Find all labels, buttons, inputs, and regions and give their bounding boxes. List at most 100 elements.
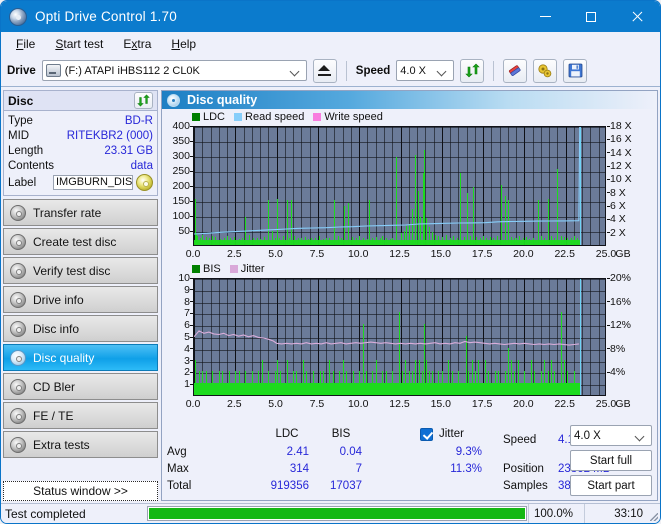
- status-bar: Test completed 100.0% 33:10: [1, 503, 660, 523]
- disc-media-icon[interactable]: [136, 174, 153, 191]
- gears-icon: [538, 63, 552, 77]
- content-panel: Disc quality LDC Read speed Write speed: [161, 90, 658, 501]
- disc-icon: [10, 378, 26, 395]
- disc-info-row-label: Label IMGBURN_DIS: [8, 173, 153, 192]
- y-axis-tick-label: 100: [172, 209, 190, 222]
- eraser-icon: [509, 64, 521, 76]
- sidebar-item-verify-test-disc[interactable]: Verify test disc: [3, 257, 158, 284]
- legend-entry-write-speed: Write speed: [313, 111, 383, 123]
- menu-item-help[interactable]: Help: [162, 35, 205, 53]
- close-icon: [631, 11, 643, 23]
- progress-cell: [146, 504, 528, 523]
- x-axis-tick-label: 25.0: [595, 248, 617, 260]
- sidebar-item-label: Drive info: [33, 292, 84, 307]
- disc-label-input[interactable]: IMGBURN_DIS: [53, 175, 133, 190]
- y-axis-tick-mark: [190, 155, 193, 157]
- y-axis-tick-label: 4: [184, 342, 190, 355]
- y2-axis-tick-label: 20%: [610, 271, 632, 284]
- test-speed-select[interactable]: 4.0 X: [570, 425, 652, 446]
- sidebar-item-create-test-disc[interactable]: Create test disc: [3, 228, 158, 255]
- drive-select[interactable]: (F:) ATAPI iHBS112 2 CL0K: [41, 60, 307, 81]
- sidebar-item-drive-info[interactable]: Drive info: [3, 286, 158, 313]
- sidebar-item-disc-quality[interactable]: Disc quality: [3, 344, 158, 371]
- x-axis-tick-label: 10.0: [347, 398, 369, 410]
- drive-icon: [45, 64, 61, 77]
- x-axis-tick-label: 25.0: [595, 398, 617, 410]
- menu-item-file[interactable]: File: [7, 35, 44, 53]
- bis-plot-area[interactable]: [193, 278, 606, 396]
- disc-refresh-button[interactable]: [134, 92, 153, 109]
- ldc-avg-value: 2.41: [286, 446, 309, 458]
- start-full-button[interactable]: Start full: [570, 450, 652, 471]
- jitter-checkbox[interactable]: [420, 428, 433, 441]
- menu-file-rest: ile: [23, 36, 36, 51]
- stats-row-label-avg: Avg: [167, 446, 187, 458]
- settings-button[interactable]: [533, 58, 558, 83]
- y-axis-tick-mark: [190, 170, 193, 172]
- y-axis-tick-label: 3: [184, 354, 190, 367]
- title-bar: Opti Drive Control 1.70: [1, 1, 660, 32]
- legend-swatch: [192, 113, 200, 121]
- eject-button[interactable]: [312, 58, 337, 83]
- y-axis-tick-mark: [190, 324, 193, 326]
- progress-bar: [147, 506, 527, 521]
- x-axis-tick-label: 12.5: [389, 398, 410, 410]
- refresh-icon: [465, 63, 480, 78]
- refresh-icon: [137, 94, 150, 107]
- maximize-button[interactable]: [568, 1, 614, 32]
- ldc-max-value: 314: [289, 463, 309, 475]
- sidebar-item-transfer-rate[interactable]: Transfer rate: [3, 199, 158, 226]
- sidebar-item-label: Create test disc: [33, 234, 117, 249]
- start-part-button[interactable]: Start part: [570, 475, 652, 496]
- refresh-button[interactable]: [460, 58, 485, 83]
- x-axis-tick-label: 20.0: [513, 398, 534, 410]
- erase-button[interactable]: [503, 58, 528, 83]
- save-button[interactable]: [563, 58, 588, 83]
- speed-select-value: 4.0 X: [400, 64, 426, 77]
- speed-select[interactable]: 4.0 X: [396, 60, 455, 81]
- disc-icon: [10, 320, 26, 337]
- ldc-chart-legend: LDC Read speed Write speed: [192, 111, 388, 123]
- minimize-button[interactable]: [522, 1, 568, 32]
- ldc-plot-area[interactable]: [193, 126, 606, 246]
- x-axis-tick-label: 5.0: [268, 398, 283, 410]
- sidebar-item-extra-tests[interactable]: Extra tests: [3, 431, 158, 458]
- legend-swatch: [234, 113, 243, 121]
- chevron-down-icon: [436, 65, 448, 77]
- disc-icon: [10, 407, 26, 424]
- y-axis-tick-label: 300: [172, 149, 190, 162]
- maximize-icon: [586, 11, 596, 22]
- x-axis-tick-label: 15.0: [430, 398, 452, 410]
- menu-item-extra[interactable]: Extra: [114, 35, 160, 53]
- sidebar-item-fe-te[interactable]: FE / TE: [3, 402, 158, 429]
- y-axis-tick-mark: [190, 215, 193, 217]
- y-axis-tick-mark: [190, 125, 193, 127]
- y-axis-tick-label: 6: [184, 318, 190, 331]
- y2-axis-tick-mark: [607, 138, 610, 140]
- y-axis-tick-mark: [190, 277, 193, 279]
- y2-axis-tick-mark: [607, 371, 610, 373]
- y-axis-tick-label: 400: [172, 119, 190, 132]
- status-window-button[interactable]: Status window >>: [3, 481, 158, 501]
- legend-label: Write speed: [324, 111, 383, 123]
- x-axis-tick-label: 22.5: [554, 398, 575, 410]
- window-controls: [522, 1, 660, 32]
- disc-length-value: 23.31 GB: [104, 144, 153, 157]
- jitter-max-value: 11.3%: [450, 463, 482, 475]
- x-axis-tick-label: 22.5: [554, 248, 575, 260]
- y-axis-tick-mark: [190, 301, 193, 303]
- y2-axis-tick-label: 8 X: [610, 186, 626, 199]
- sidebar-item-cd-bler[interactable]: CD Bler: [3, 373, 158, 400]
- y2-axis-tick-label: 12 X: [610, 159, 632, 172]
- application-window: Opti Drive Control 1.70 File Start test …: [0, 0, 661, 524]
- y2-axis-tick-mark: [607, 301, 610, 303]
- sidebar-item-disc-info[interactable]: Disc info: [3, 315, 158, 342]
- bis-chart-legend: BIS Jitter: [192, 263, 270, 275]
- resize-grip[interactable]: [648, 504, 660, 523]
- menu-item-start-test[interactable]: Start test: [46, 35, 112, 53]
- x-axis-tick-label: 0.0: [185, 248, 201, 260]
- legend-label: Read speed: [245, 111, 305, 123]
- close-button[interactable]: [614, 1, 660, 32]
- x-axis-unit-label: GB: [615, 248, 631, 260]
- sidebar-item-label: Disc info: [33, 321, 80, 336]
